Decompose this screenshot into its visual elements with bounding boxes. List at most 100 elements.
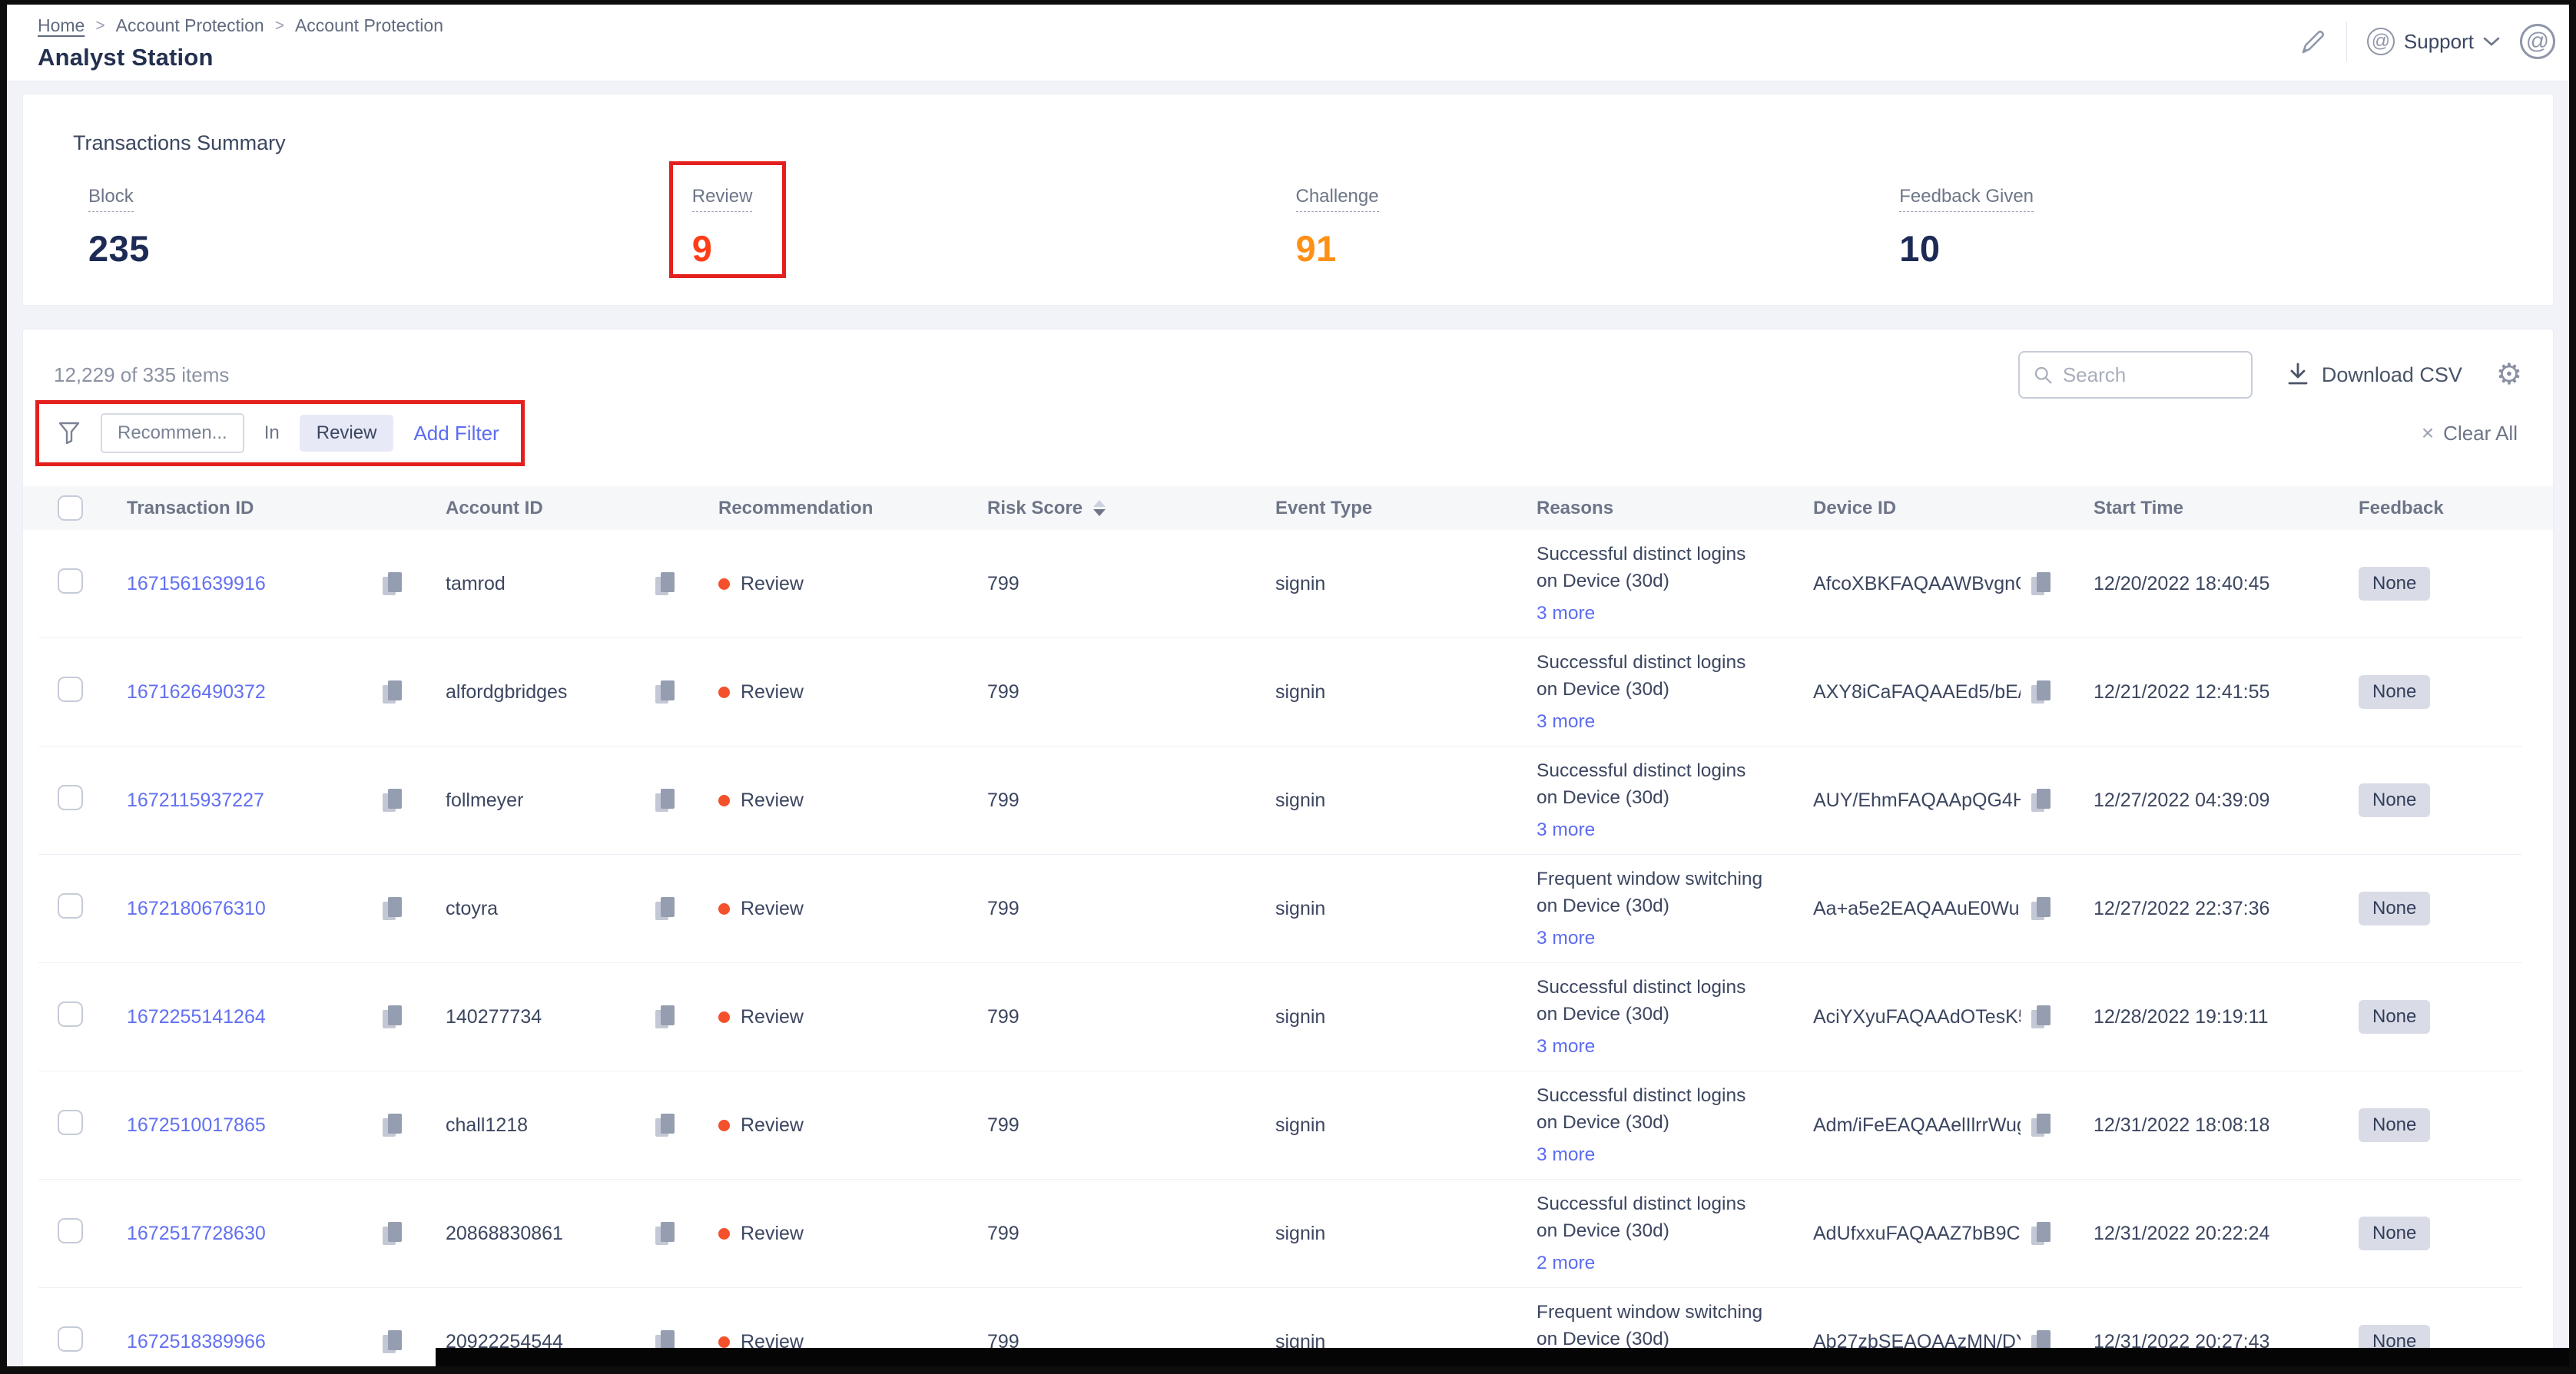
transaction-id-link[interactable]: 1672517728630 [127,1223,266,1245]
copy-icon[interactable] [381,895,404,922]
col-feedback[interactable]: Feedback [2328,498,2522,519]
copy-icon[interactable] [2030,678,2053,706]
metric-value: 10 [1899,227,2034,270]
funnel-icon[interactable] [58,421,81,445]
more-reasons-link[interactable]: 3 more [1537,1141,1767,1169]
risk-score: 799 [956,898,1245,920]
row-checkbox[interactable] [58,677,83,702]
metric-label[interactable]: Block [88,186,134,212]
row-checkbox[interactable] [58,785,83,810]
copy-icon[interactable] [654,570,677,598]
col-event-type[interactable]: Event Type [1245,498,1506,519]
reason-text: Successful distinct logins on Device (30… [1537,1082,1767,1137]
close-icon: × [2422,421,2434,445]
copy-icon[interactable] [654,895,677,922]
metric-label[interactable]: Challenge [1296,186,1379,212]
transaction-id-link[interactable]: 1672180676310 [127,898,266,920]
clear-all-button[interactable]: × Clear All [2422,421,2518,445]
avatar-icon[interactable]: @ [2520,24,2555,59]
table-row: 1672255141264 140277734 Review 799 signi… [38,963,2522,1071]
col-risk-score[interactable]: Risk Score [956,498,1245,519]
topbar-actions: @ Support @ [2297,22,2555,61]
clear-all-label: Clear All [2443,422,2518,445]
row-checkbox[interactable] [58,1326,83,1352]
copy-icon[interactable] [2030,1111,2053,1139]
copy-icon[interactable] [2030,895,2053,922]
search-box[interactable] [2018,351,2253,399]
select-all-checkbox[interactable] [58,495,83,521]
transaction-id-link[interactable]: 1671561639916 [127,573,266,595]
row-checkbox[interactable] [58,1002,83,1027]
row-checkbox[interactable] [58,1218,83,1243]
transaction-id-link[interactable]: 1672510017865 [127,1114,266,1137]
risk-score: 799 [956,681,1245,704]
copy-icon[interactable] [654,678,677,706]
account-id: chall1218 [446,1114,528,1137]
more-reasons-link[interactable]: 3 more [1537,925,1767,952]
app-window: Home > Account Protection > Account Prot… [0,0,2576,1374]
row-checkbox[interactable] [58,893,83,919]
more-reasons-link[interactable]: 3 more [1537,1033,1767,1061]
recommendation: Review [741,1114,804,1137]
transaction-id-link[interactable]: 1671626490372 [127,681,266,704]
col-transaction-id[interactable]: Transaction ID [100,498,415,519]
search-input[interactable] [2063,363,2237,387]
event-type: signin [1245,573,1506,595]
risk-score: 799 [956,1006,1245,1028]
more-reasons-link[interactable]: 3 more [1537,600,1767,627]
transaction-id-link[interactable]: 1672255141264 [127,1006,266,1028]
row-checkbox[interactable] [58,568,83,594]
copy-icon[interactable] [381,1111,404,1139]
col-reasons[interactable]: Reasons [1506,498,1782,519]
copy-icon[interactable] [381,786,404,814]
copy-icon[interactable] [2030,1220,2053,1247]
copy-icon[interactable] [654,1003,677,1031]
event-type: signin [1245,1006,1506,1028]
metric-label[interactable]: Feedback Given [1899,186,2034,212]
reason-text: Frequent window switching on Device (30d… [1537,1299,1767,1353]
support-menu[interactable]: @ Support [2367,28,2500,55]
copy-icon[interactable] [381,1220,404,1247]
more-reasons-link[interactable]: 3 more [1537,816,1767,844]
feedback-badge: None [2359,1108,2430,1142]
filter-field-chip[interactable]: Recommen... [101,413,244,453]
filter-value-chip[interactable]: Review [300,415,394,452]
metric-label[interactable]: Review [692,186,753,212]
recommendation-dot [718,1120,730,1131]
transaction-id-link[interactable]: 1672518389966 [127,1331,266,1353]
download-csv-button[interactable]: Download CSV [2286,363,2462,387]
device-id: Aa+a5e2EAQAAuE0Wun... [1813,898,2021,920]
breadcrumb-current: Account Protection [295,15,443,36]
col-recommendation[interactable]: Recommendation [688,498,956,519]
copy-icon[interactable] [2030,786,2053,814]
items-count: 12,229 of 335 items [54,363,229,387]
summary-title: Transactions Summary [73,131,2503,155]
copy-icon[interactable] [2030,570,2053,598]
breadcrumb-home[interactable]: Home [38,15,85,36]
start-time: 12/20/2022 18:40:45 [2063,573,2328,595]
copy-icon[interactable] [654,1111,677,1139]
add-filter-button[interactable]: Add Filter [413,422,499,445]
more-reasons-link[interactable]: 3 more [1537,708,1767,736]
recommendation-dot [718,795,730,806]
col-account-id[interactable]: Account ID [415,498,688,519]
start-time: 12/28/2022 19:19:11 [2063,1006,2328,1028]
pen-icon[interactable] [2297,27,2326,56]
row-checkbox[interactable] [58,1110,83,1135]
more-reasons-link[interactable]: 2 more [1537,1250,1767,1277]
copy-icon[interactable] [2030,1003,2053,1031]
col-device-id[interactable]: Device ID [1782,498,2063,519]
copy-icon[interactable] [654,786,677,814]
copy-icon[interactable] [381,570,404,598]
copy-icon[interactable] [381,1328,404,1356]
transaction-id-link[interactable]: 1672115937227 [127,790,264,812]
support-icon: @ [2367,28,2395,55]
copy-icon[interactable] [381,678,404,706]
copy-icon[interactable] [654,1220,677,1247]
breadcrumb-account-protection[interactable]: Account Protection [116,15,264,36]
col-start-time[interactable]: Start Time [2063,498,2328,519]
metric-value: 235 [88,227,181,270]
gear-icon[interactable]: ⚙ [2496,360,2522,389]
copy-icon[interactable] [381,1003,404,1031]
breadcrumb: Home > Account Protection > Account Prot… [38,15,2538,36]
